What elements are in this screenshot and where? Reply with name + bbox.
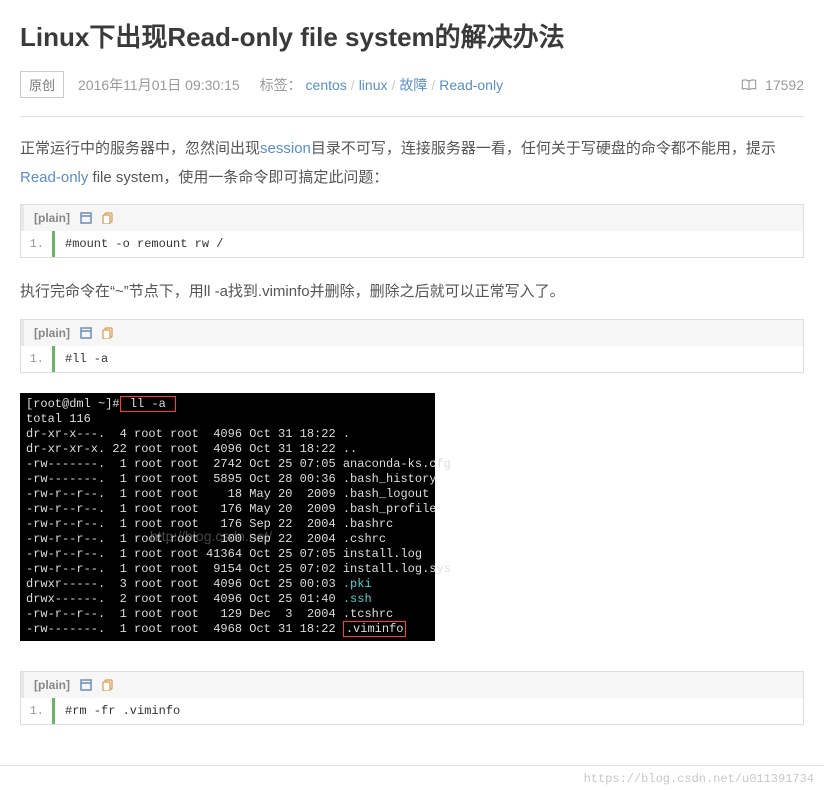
terminal-screenshot: [root@dml ~]# ll -a total 116 dr-xr-x---… (20, 393, 435, 641)
code-lang-label: [plain] (34, 211, 70, 225)
original-badge: 原创 (20, 71, 64, 98)
tag-readonly[interactable]: Read-only (439, 77, 503, 93)
code-lang-label: [plain] (34, 678, 70, 692)
source-url: https://blog.csdn.net/u011391734 (0, 766, 824, 790)
intro-paragraph-1: 正常运行中的服务器中，忽然间出现session目录不可写，连接服务器一看，任何关… (20, 135, 804, 192)
view-icon[interactable] (80, 327, 92, 339)
tags-label: 标签： (260, 77, 302, 93)
code-block-2: [plain] 1. #ll -a (20, 319, 804, 373)
code-lang-label: [plain] (34, 326, 70, 340)
link-readonly[interactable]: Read-only (20, 169, 88, 186)
code-block-1: [plain] 1. #mount -o remount rw / (20, 204, 804, 258)
page-title: Linux下出现Read-only file system的解决办法 (20, 20, 804, 55)
copy-icon[interactable] (102, 327, 114, 339)
code-content: #rm -fr .viminfo (55, 698, 803, 724)
line-number: 1. (21, 698, 55, 724)
link-session[interactable]: session (260, 140, 311, 157)
tag-centos[interactable]: centos (306, 77, 347, 93)
highlighted-file: .viminfo (343, 621, 407, 637)
publish-date: 2016年11月01日 09:30:15 (78, 75, 240, 95)
tag-linux[interactable]: linux (359, 77, 388, 93)
book-icon (741, 78, 757, 92)
code-content: #ll -a (55, 346, 803, 372)
tag-fault[interactable]: 故障 (399, 77, 427, 93)
meta-row: 原创 2016年11月01日 09:30:15 标签： centos/linux… (20, 71, 804, 98)
intro-paragraph-2: 执行完命令在“~”节点下，用ll -a找到.viminfo并删除，删除之后就可以… (20, 278, 804, 307)
code-block-3: [plain] 1. #rm -fr .viminfo (20, 671, 804, 725)
view-icon[interactable] (80, 679, 92, 691)
view-icon[interactable] (80, 212, 92, 224)
copy-icon[interactable] (102, 679, 114, 691)
views-count: 17592 (741, 77, 804, 93)
line-number: 1. (21, 231, 55, 257)
line-number: 1. (21, 346, 55, 372)
highlighted-command: ll -a (120, 396, 176, 412)
copy-icon[interactable] (102, 212, 114, 224)
code-content: #mount -o remount rw / (55, 231, 803, 257)
